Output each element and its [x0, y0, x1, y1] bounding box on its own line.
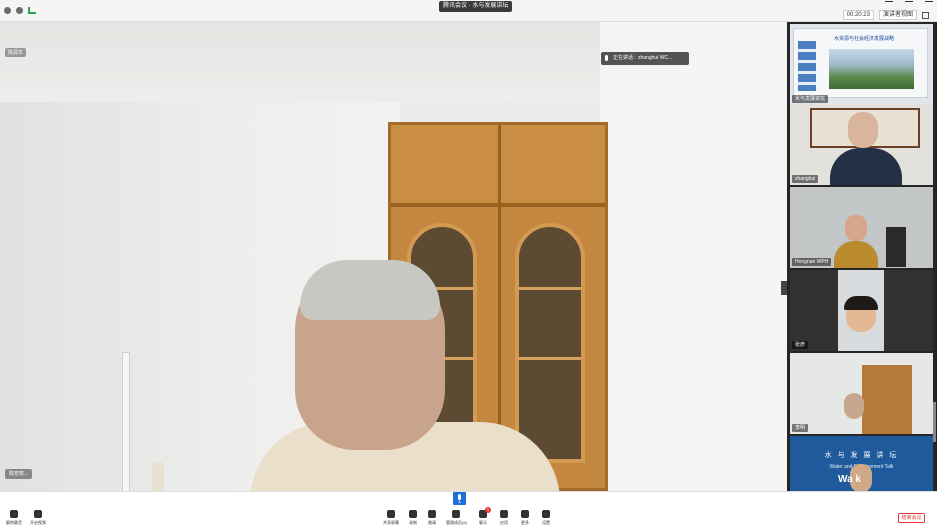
video-label: 开启视频 [30, 520, 46, 525]
main-video-label: 陈宏权... [5, 469, 33, 479]
record-label: 录制 [409, 520, 417, 525]
participant-face [845, 215, 867, 241]
more-icon [521, 510, 529, 518]
chat-button[interactable]: 1 聊天 [479, 507, 491, 526]
participant-name: 李明 [792, 424, 809, 432]
meeting-toolbar: 1 解除静音 开启视频 共享屏幕 录制 邀请 管理成员(6) 1 聊天 应用 更… [0, 491, 937, 527]
members-icon [452, 510, 461, 518]
view-switch-button[interactable]: 演讲者视图 [878, 10, 917, 20]
cabinet [862, 365, 912, 434]
video-wall-right [600, 22, 787, 491]
gallery-tile-shared-screen[interactable]: 水资源与社会经济发展战略 水与发展讲坛 [790, 24, 933, 105]
video-pole [122, 352, 130, 491]
title-bar-right: 00:20:23 演讲者视图 [842, 10, 929, 20]
microphone-icon [458, 494, 461, 500]
apps-button[interactable]: 应用 [500, 510, 508, 526]
cabinet-glass-right [515, 223, 585, 463]
record-button[interactable]: 录制 [409, 510, 417, 526]
share-screen-button[interactable]: 共享屏幕 [383, 510, 399, 526]
invite-label: 邀请 [428, 520, 436, 525]
speaker-hair [300, 260, 440, 320]
mute-button[interactable]: 解除静音 [6, 510, 22, 526]
mute-label: 解除静音 [6, 520, 22, 525]
shelf [519, 287, 581, 290]
fullscreen-icon[interactable] [922, 11, 929, 19]
apps-label: 应用 [500, 520, 508, 525]
slide-title: 水资源与社会经济发展战略 [834, 36, 895, 42]
gallery-tile-participant[interactable]: Hongnan WPH [790, 187, 933, 268]
slide-thumbnails [798, 41, 816, 91]
meeting-timer: 00:20:23 [842, 10, 874, 20]
gallery-tile-participant[interactable]: 李明 [790, 353, 933, 434]
gallery-tile-participant[interactable]: zhanghui [790, 104, 933, 185]
gallery-tile-participant[interactable]: 张彦 [790, 270, 933, 351]
invite-button[interactable]: 邀请 [428, 510, 436, 526]
gallery-scrollbar[interactable] [933, 402, 936, 442]
video-button[interactable]: 开启视频 [30, 510, 46, 526]
more-button[interactable]: 更多 [521, 510, 529, 526]
window-controls [885, 1, 933, 2]
participant-name: 水与发展讲坛 [792, 95, 829, 103]
gear-icon [542, 510, 550, 518]
title-bar-status [4, 7, 36, 14]
microphone-icon [605, 55, 608, 61]
participant-name: zhanghui [792, 175, 819, 183]
invite-icon [428, 510, 436, 518]
maximize-icon[interactable] [905, 1, 913, 2]
end-meeting-button[interactable]: 结束会议 [898, 513, 925, 523]
close-icon[interactable] [925, 1, 933, 2]
participant-hair [844, 296, 878, 310]
main-video-name-text: 陈润羊 [8, 50, 24, 56]
participant-face [844, 393, 864, 419]
members-label: 管理成员(6) [446, 520, 467, 525]
slide-preview: 水资源与社会经济发展战略 [793, 28, 928, 98]
apps-icon [500, 510, 508, 518]
slide-image [829, 49, 914, 89]
microphone-icon [10, 510, 18, 518]
settings-button[interactable]: 设置 [542, 510, 550, 526]
speaking-indicator-text: 正在讲话：zhanghui WC... [613, 55, 673, 61]
participant-name: Hongnan WPH [792, 258, 832, 266]
speaker-page-indicator[interactable]: 1 [453, 492, 466, 505]
share-label: 共享屏幕 [383, 520, 399, 525]
title-bar: 腾讯会议 · 水与发展讲坛 00:20:23 演讲者视图 [0, 0, 937, 22]
chat-badge: 1 [485, 507, 491, 513]
main-video[interactable]: 陈润羊 正在讲话：zhanghui WC... 陈宏权... [0, 22, 787, 491]
more-label: 更多 [521, 520, 529, 525]
window-title: 腾讯会议 · 水与发展讲坛 [439, 1, 513, 12]
speaking-indicator: 正在讲话：zhanghui WC... [601, 52, 689, 65]
shelf [519, 357, 581, 360]
settings-label: 设置 [542, 520, 550, 525]
main-video-name: 陈润羊 [5, 48, 27, 57]
chat-icon: 1 [479, 507, 491, 518]
banner-big-text: Wa k [838, 474, 861, 485]
participant-body [834, 241, 878, 268]
record-icon [409, 510, 417, 518]
minimize-icon[interactable] [885, 1, 893, 2]
chat-label: 聊天 [479, 520, 487, 525]
participant-name: 张彦 [792, 341, 809, 349]
office-chair [886, 227, 906, 267]
signal-icon[interactable] [28, 7, 36, 14]
manage-members-button[interactable]: 管理成员(6) [446, 510, 467, 526]
participant-body [830, 148, 902, 185]
banner-title-cn: 水 与 发 展 讲 坛 [824, 452, 899, 459]
video-bottle [152, 462, 164, 491]
info-icon[interactable] [4, 7, 11, 14]
security-icon[interactable] [16, 7, 23, 14]
participant-face [848, 112, 878, 148]
camera-icon [34, 510, 42, 518]
share-screen-icon [387, 510, 395, 518]
